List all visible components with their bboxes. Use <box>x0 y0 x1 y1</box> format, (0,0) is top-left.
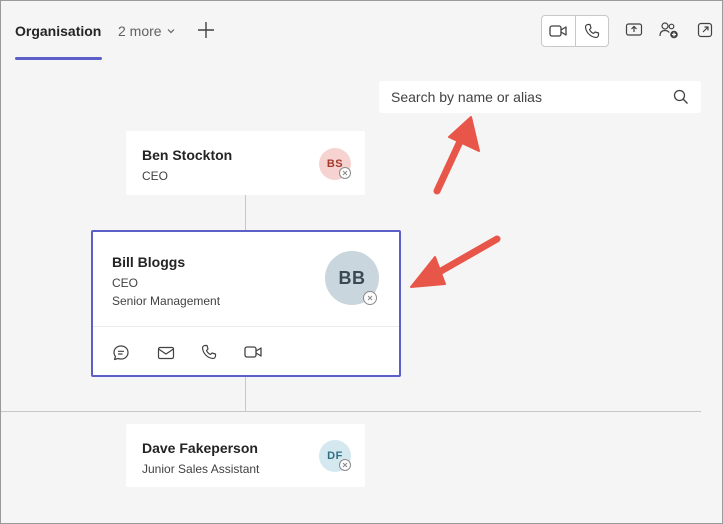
search-input[interactable] <box>391 89 673 105</box>
phone-icon <box>584 23 600 39</box>
org-level-divider <box>1 411 701 412</box>
person-name: Bill Bloggs <box>112 254 186 270</box>
pop-out-icon <box>697 22 713 38</box>
active-tab-indicator <box>15 57 102 60</box>
add-people-icon <box>659 22 678 39</box>
phone-icon <box>201 344 217 360</box>
top-bar: Organisation 2 more <box>1 1 722 61</box>
offline-status-icon <box>363 291 377 305</box>
call-button-group <box>541 15 609 47</box>
offline-status-icon <box>339 167 351 179</box>
audio-call-button[interactable] <box>574 16 608 46</box>
plus-icon <box>198 22 214 38</box>
org-connector-line <box>245 377 246 411</box>
direct-report-card[interactable]: Dave Fakeperson Junior Sales Assistant D… <box>126 424 365 487</box>
pop-out-button[interactable] <box>694 19 716 41</box>
person-name: Dave Fakeperson <box>142 440 258 456</box>
video-call-button[interactable] <box>542 16 575 46</box>
tab-more-dropdown[interactable]: 2 more <box>118 23 176 39</box>
email-button[interactable] <box>157 345 175 361</box>
add-tab-button[interactable] <box>195 19 217 41</box>
call-button[interactable] <box>201 344 219 362</box>
search-icon[interactable] <box>673 89 689 105</box>
chat-icon <box>113 345 129 361</box>
annotation-arrow <box>410 235 501 288</box>
share-screen-icon <box>625 23 643 36</box>
person-title: Junior Sales Assistant <box>142 462 260 476</box>
mail-icon <box>157 346 175 360</box>
chat-button[interactable] <box>112 344 130 362</box>
tab-organisation[interactable]: Organisation <box>15 23 101 39</box>
selected-person-card[interactable]: Bill Bloggs CEO Senior Management BB <box>91 230 401 377</box>
add-people-button[interactable] <box>658 19 680 41</box>
person-name: Ben Stockton <box>142 147 233 163</box>
person-department: Senior Management <box>112 294 221 308</box>
person-title: CEO <box>112 276 139 290</box>
video-camera-icon <box>549 25 568 37</box>
video-camera-icon <box>244 346 262 358</box>
org-connector-line <box>245 195 246 231</box>
chevron-down-icon <box>167 29 175 34</box>
person-title: CEO <box>142 169 169 183</box>
share-button[interactable] <box>623 19 645 41</box>
offline-status-icon <box>339 459 351 471</box>
tab-more-label: 2 more <box>118 23 162 39</box>
video-call-button[interactable] <box>244 345 264 361</box>
card-divider <box>93 326 399 327</box>
manager-card[interactable]: Ben Stockton CEO BS <box>126 131 365 195</box>
annotation-arrow <box>433 116 480 195</box>
avatar-initials: BB <box>338 267 366 288</box>
